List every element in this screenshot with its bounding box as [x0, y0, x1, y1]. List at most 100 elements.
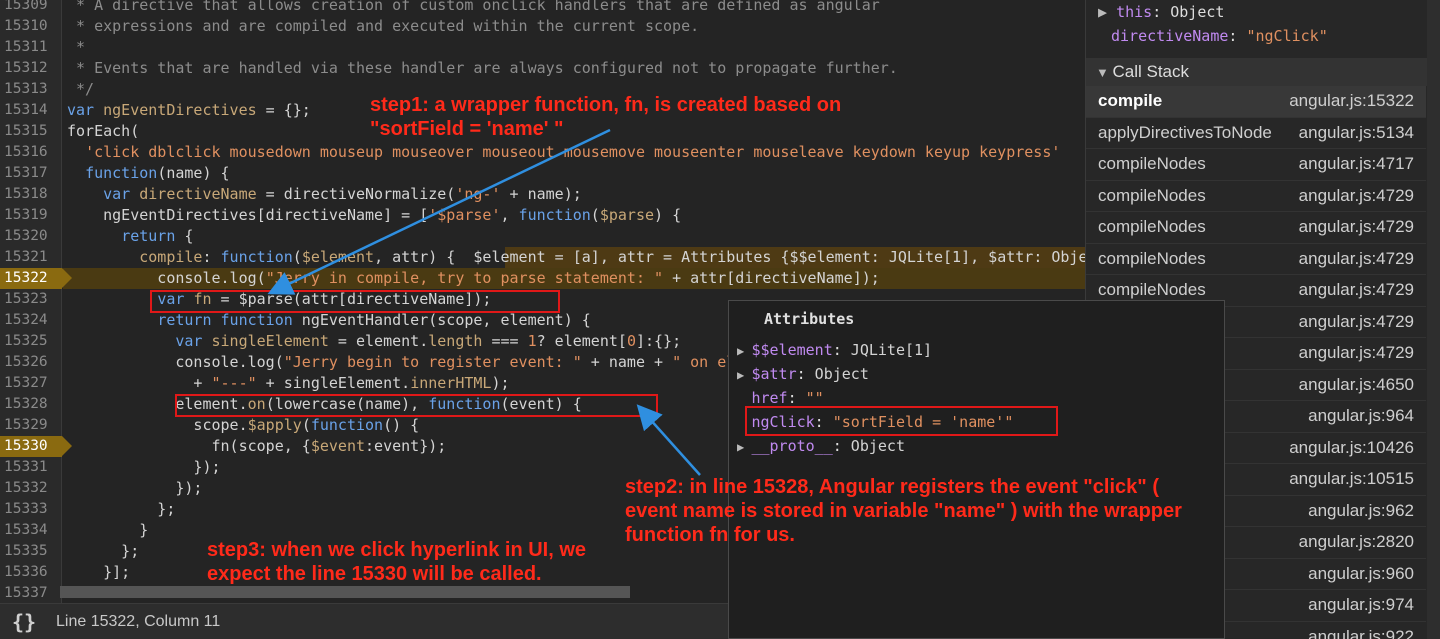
line-number[interactable]: 15318 [0, 184, 62, 205]
code-line: scope.$apply(function() { [67, 416, 420, 434]
highlight-box-ngclick [745, 406, 1058, 436]
line-number[interactable]: 15329 [0, 415, 62, 436]
line-number[interactable]: 15321 [0, 247, 62, 268]
call-stack-frame[interactable]: compileNodes angular.js:4729 [1086, 181, 1426, 212]
line-number[interactable]: 15332 [0, 478, 62, 499]
frame-location: angular.js:10515 [1289, 469, 1414, 488]
line-number[interactable]: 15336 [0, 562, 62, 583]
code-line: var singleElement = element.length === 1… [175, 332, 682, 350]
annotation-step2: step2: in line 15328, Angular registers … [625, 476, 1182, 546]
code-line: + "---" + singleElement.innerHTML); [67, 374, 510, 392]
line-number[interactable]: 15324 [0, 310, 62, 331]
call-stack-frame[interactable]: compileNodes angular.js:4729 [1086, 244, 1426, 275]
frame-function-name: compileNodes [1098, 280, 1206, 299]
frame-function-name: compileNodes [1098, 248, 1206, 268]
attribute-row[interactable]: ▶ $$element: JQLite[1] [737, 341, 932, 359]
attribute-value: Object [850, 437, 905, 455]
line-number[interactable]: 15325 [0, 331, 62, 352]
line-number[interactable]: 15323 [0, 289, 62, 310]
line-number[interactable]: 15335 [0, 541, 62, 562]
expand-arrow-icon[interactable]: ▶ [737, 440, 751, 454]
code-line: * Events that are handled via these hand… [67, 59, 898, 77]
frame-location: angular.js:15322 [1289, 91, 1414, 110]
line-number[interactable]: 15331 [0, 457, 62, 478]
scope-row-this[interactable]: ▶ this: Object [1098, 3, 1224, 21]
frame-location: angular.js:4729 [1298, 248, 1414, 268]
call-stack-frame[interactable]: compile angular.js:15322 [1086, 86, 1426, 118]
code-line: }; [67, 542, 140, 560]
call-stack-frame[interactable]: applyDirectivesToNode angular.js:5134 [1086, 118, 1426, 149]
frame-location: angular.js:4729 [1298, 217, 1414, 236]
attribute-value: Object [814, 365, 869, 383]
horizontal-scrollbar[interactable] [60, 586, 630, 598]
frame-location: angular.js:4729 [1298, 311, 1414, 331]
attribute-key: $$element [751, 341, 833, 359]
line-number[interactable]: 15310 [0, 16, 62, 37]
attribute-row[interactable]: ▶ $attr: Object [737, 365, 869, 383]
frame-function-name: applyDirectivesToNode [1098, 122, 1272, 142]
line-number[interactable]: 15317 [0, 163, 62, 184]
line-number[interactable]: 15333 [0, 499, 62, 520]
line-number[interactable]: 15319 [0, 205, 62, 226]
frame-location: angular.js:10426 [1289, 437, 1414, 457]
line-number[interactable]: 15337 [0, 583, 62, 603]
code-line: console.log("Jerry begin to register eve… [67, 353, 807, 371]
collapse-arrow-icon[interactable]: ▼ [1096, 65, 1112, 80]
code-line: fn(scope, {$event:event}); [67, 437, 447, 455]
code-line: var directiveName = directiveNormalize('… [103, 185, 582, 203]
code-line: }); [67, 479, 203, 497]
attribute-key: href [751, 389, 788, 407]
attribute-row[interactable]: ▶ __proto__: Object [737, 437, 905, 455]
code-line: 'click dblclick mousedown mouseup mouseo… [85, 143, 1061, 161]
code-line: return { [121, 227, 194, 245]
expand-arrow-icon[interactable]: ▶ [737, 368, 751, 382]
scope-variables: ▶ this: Object directiveName: "ngClick" [1086, 0, 1440, 58]
expand-arrow-icon[interactable]: ▶ [737, 344, 751, 358]
code-line: }]; [67, 563, 131, 581]
expand-arrow-icon [737, 392, 751, 406]
scope-row-directive-name: directiveName: "ngClick" [1111, 27, 1328, 45]
annotation-step3: step3: when we click hyperlink in UI, we… [207, 539, 587, 585]
line-number[interactable]: 15328 [0, 394, 62, 415]
highlight-box-line-15328 [175, 394, 658, 417]
line-number[interactable]: 15312 [0, 58, 62, 79]
annotation-step1: step1: a wrapper function, fn, is create… [370, 94, 842, 140]
line-number[interactable]: 15316 [0, 142, 62, 163]
code-line: */ [67, 80, 95, 98]
code-line: var ngEventDirectives = {}; [67, 101, 311, 119]
frame-location: angular.js:964 [1308, 406, 1414, 425]
line-number[interactable]: 15311 [0, 37, 62, 58]
attribute-key: __proto__ [751, 437, 833, 455]
line-number[interactable]: 15326 [0, 352, 62, 373]
frame-location: angular.js:2820 [1298, 532, 1414, 551]
breakpoint-marker[interactable]: 15330 [0, 436, 72, 457]
code-line: }; [67, 500, 176, 518]
frame-location: angular.js:4717 [1298, 154, 1414, 173]
line-number[interactable]: 15313 [0, 79, 62, 100]
line-number-gutter[interactable]: 15309 15310 15311 15312 15313 15314 15315 15316… [0, 0, 72, 603]
line-number[interactable]: 15327 [0, 373, 62, 394]
frame-location: angular.js:922 [1308, 626, 1414, 639]
call-stack-header[interactable]: ▼ Call Stack [1086, 58, 1440, 86]
frame-function-name: compileNodes [1098, 185, 1206, 205]
line-number[interactable]: 15334 [0, 520, 62, 541]
call-stack-frame[interactable]: compileNodes angular.js:4717 [1086, 149, 1426, 181]
code-line: * [67, 38, 86, 56]
line-number[interactable]: 15320 [0, 226, 62, 247]
frame-location: angular.js:960 [1308, 563, 1414, 583]
breakpoint-marker[interactable]: 15322 [0, 268, 72, 289]
code-line: * expressions and are compiled and execu… [67, 17, 700, 35]
sidebar-scrollbar[interactable] [1427, 0, 1440, 639]
cursor-position: Line 15322, Column 11 [56, 613, 221, 630]
pretty-print-icon[interactable]: {} [12, 610, 36, 634]
line-number[interactable]: 15315 [0, 121, 62, 142]
frame-location: angular.js:4729 [1298, 185, 1414, 205]
frame-function-name: compile [1098, 91, 1163, 110]
call-stack-frame[interactable]: compileNodes angular.js:4729 [1086, 212, 1426, 244]
code-line: } [67, 521, 149, 539]
line-number[interactable]: 15314 [0, 100, 62, 121]
attribute-value: "" [805, 389, 824, 407]
line-number[interactable]: 15309 [0, 0, 62, 16]
expand-arrow-icon[interactable]: ▶ [1098, 3, 1116, 21]
code-line: * A directive that allows creation of cu… [67, 0, 880, 14]
